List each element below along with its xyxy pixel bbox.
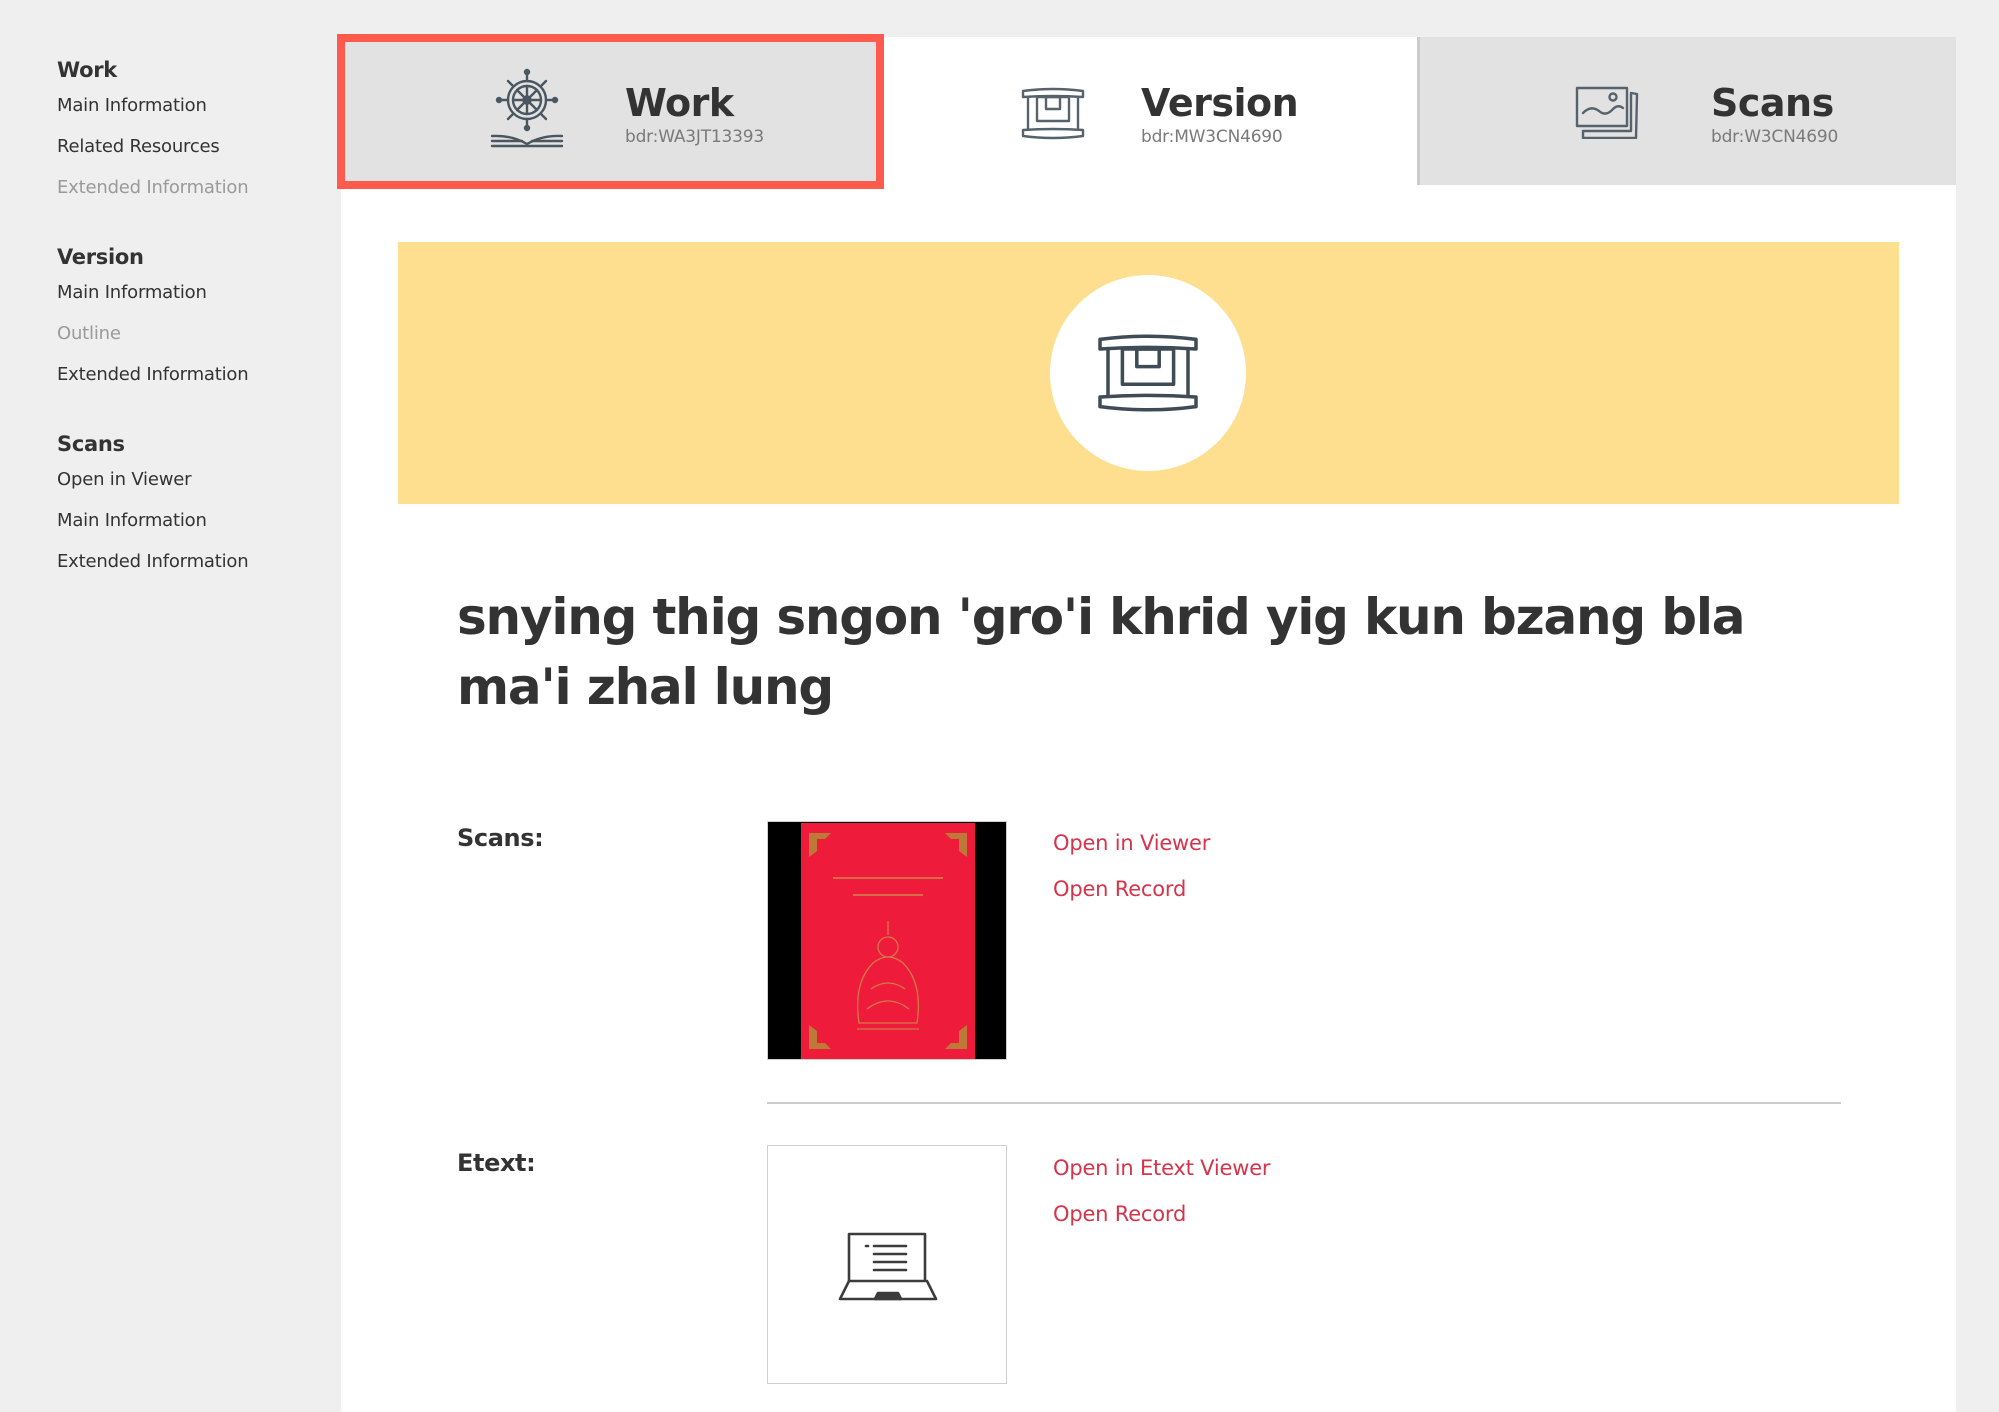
sidebar-heading-scans: Scans (57, 432, 125, 456)
scans-label: Scans: (457, 824, 544, 852)
tab-version-id: bdr:MW3CN4690 (1141, 127, 1283, 147)
tab-scans[interactable]: Scans bdr:W3CN4690 (1417, 37, 1956, 185)
sidebar: Work Main Information Related Resources … (0, 0, 341, 1412)
sidebar-item-scans-main-information[interactable]: Main Information (57, 500, 248, 541)
scans-open-record-link[interactable]: Open Record (1053, 866, 1210, 912)
etext-open-in-etext-viewer-link[interactable]: Open in Etext Viewer (1053, 1145, 1271, 1191)
banner-icon-circle (1050, 275, 1246, 471)
sidebar-item-work-related-resources[interactable]: Related Resources (57, 126, 248, 167)
page-title: snying thig sngon 'gro'i khrid yig kun b… (457, 588, 1746, 716)
etext-open-record-link[interactable]: Open Record (1053, 1191, 1270, 1237)
sidebar-item-scans-open-in-viewer[interactable]: Open in Viewer (57, 459, 248, 500)
tab-work-id: bdr:WA3JT13393 (625, 127, 765, 147)
sidebar-item-scans-extended-information[interactable]: Extended Information (57, 541, 249, 582)
tab-version-title: Version (1141, 81, 1299, 125)
tab-scans-title: Scans (1711, 81, 1834, 125)
scans-links: Open in Viewer Open Record (1053, 820, 1210, 912)
sidebar-heading-version: Version (57, 245, 144, 269)
tab-version[interactable]: Version bdr:MW3CN4690 (884, 37, 1417, 185)
sidebar-item-work-extended-information: Extended Information (57, 177, 249, 198)
etext-thumbnail[interactable] (767, 1145, 1007, 1384)
sidebar-group-work: Work Main Information Related Resources … (57, 55, 249, 208)
tab-work[interactable]: Work bdr:WA3JT13393 (341, 37, 884, 185)
tab-scans-id: bdr:W3CN4690 (1711, 127, 1839, 147)
images-icon (1575, 85, 1641, 143)
scans-thumbnail[interactable] (767, 821, 1007, 1060)
sidebar-group-scans: Scans Open in Viewer Main Information Ex… (57, 429, 249, 582)
sidebar-item-work-main-information[interactable]: Main Information (57, 85, 248, 126)
sidebar-item-version-extended-information[interactable]: Extended Information (57, 354, 249, 395)
sidebar-heading-work: Work (57, 58, 117, 82)
etext-links: Open in Etext Viewer Open Record (1053, 1145, 1271, 1237)
tab-work-title: Work (625, 81, 734, 125)
etext-label: Etext: (457, 1149, 536, 1177)
section-divider (767, 1102, 1841, 1104)
sidebar-group-version: Version Main Information Outline Extende… (57, 242, 249, 395)
sidebar-item-version-outline: Outline (57, 323, 121, 344)
book-cover-image (801, 823, 975, 1059)
pecha-icon (1020, 87, 1086, 145)
dharma-wheel-book-icon (486, 64, 568, 156)
scans-open-in-viewer-link[interactable]: Open in Viewer (1053, 820, 1210, 866)
sidebar-item-version-main-information[interactable]: Main Information (57, 272, 248, 313)
banner (398, 242, 1899, 504)
